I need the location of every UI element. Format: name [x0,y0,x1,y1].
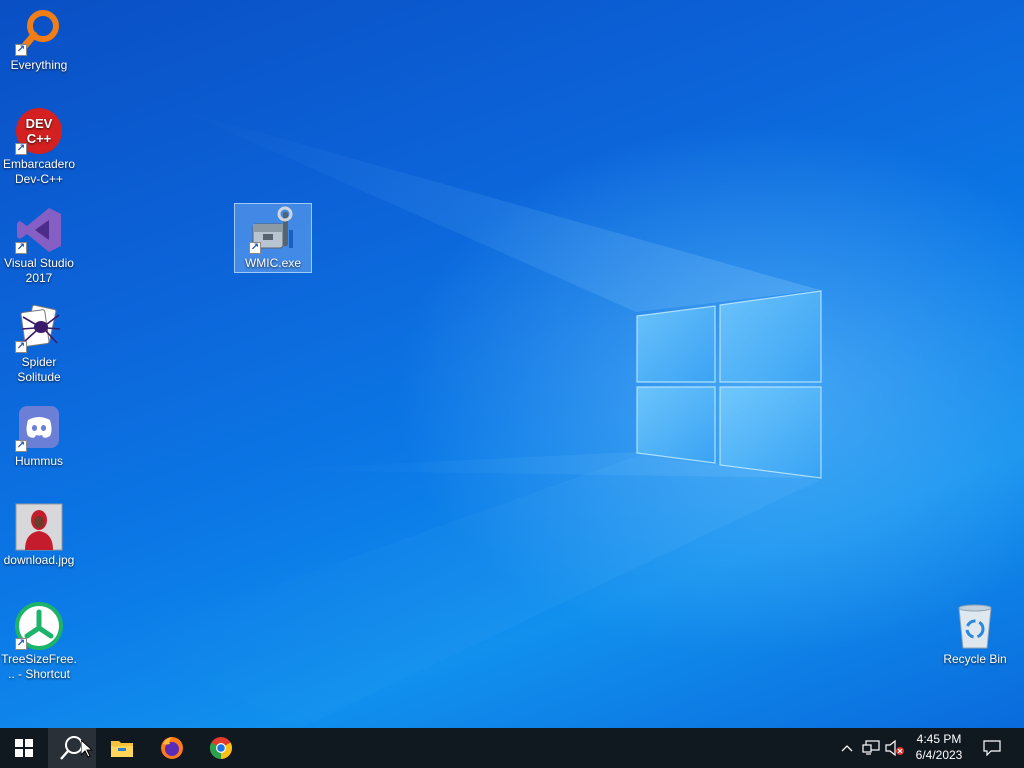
action-center-icon [983,740,1001,756]
shortcut-arrow-icon: ↗ [15,341,27,353]
desktop-icon-devcpp[interactable]: DEV C++ ↗ Embarcadero Dev-C++ [0,105,78,187]
desktop-icon-treesize[interactable]: ↗ TreeSizeFree... - Shortcut [0,600,78,682]
desktop-icon-label: Everything [10,58,68,72]
shortcut-arrow-icon: ↗ [15,44,27,56]
svg-text:C++: C++ [27,131,52,146]
search-button[interactable] [48,728,96,768]
clock-time: 4:45 PM [916,732,962,746]
shortcut-arrow-icon: ↗ [249,242,261,254]
visual-studio-icon: ↗ [15,206,63,254]
chevron-up-icon [841,745,853,752]
windows-start-icon [15,739,33,757]
desktop-icon-discord[interactable]: ↗ Hummus [0,402,78,469]
image-thumbnail [15,503,63,551]
desktop-icon-label: TreeSizeFree... - Shortcut [1,652,77,681]
taskbar-file-explorer[interactable] [98,728,146,768]
action-center-button[interactable] [978,728,1006,768]
start-button[interactable] [0,728,48,768]
desktop-icon-wmic[interactable]: ↗ WMIC.exe [234,203,312,273]
svg-text:DEV: DEV [26,116,53,131]
wallpaper-light-beams [120,110,822,728]
clock-date: 6/4/2023 [915,748,963,762]
show-hidden-icons-button[interactable] [838,728,856,768]
network-tray-button[interactable] [860,728,882,768]
file-explorer-icon [111,741,133,757]
treesize-icon: ↗ [15,602,63,650]
shortcut-arrow-icon: ↗ [15,638,27,650]
discord-icon: ↗ [15,404,63,452]
desktop-icon-recycle-bin[interactable]: Recycle Bin [936,600,1014,667]
taskbar-firefox[interactable] [148,728,196,768]
desktop-icon-label: download.jpg [3,553,75,567]
mouse-cursor-icon [81,740,93,758]
devcpp-icon: DEV C++ ↗ [15,107,63,155]
spider-solitaire-icon: ↗ [15,304,63,353]
desktop-icon-label: WMIC.exe [244,256,301,270]
desktop-icon-label: Visual Studio 2017 [4,256,74,285]
shortcut-arrow-icon: ↗ [15,143,27,155]
desktop-icon-label: Recycle Bin [943,652,1007,666]
volume-muted-icon [885,740,904,756]
desktop-icon-download-jpg[interactable]: download.jpg [0,501,78,568]
desktop[interactable]: ↗ Everything DEV C++ ↗ Embarcadero Dev-C… [0,0,1024,728]
desktop-icon-label: Hummus [14,454,63,468]
shortcut-arrow-icon: ↗ [15,242,27,254]
desktop-icon-spider-solitaire[interactable]: ↗ Spider Solitude [0,303,78,385]
windows-logo-wallpaper [636,290,822,479]
desktop-icon-visual-studio[interactable]: ↗ Visual Studio 2017 [0,204,78,286]
chrome-icon [210,737,232,759]
wmic-icon: ↗ [249,206,297,254]
volume-tray-button[interactable] [884,728,906,768]
desktop-icon-everything[interactable]: ↗ Everything [0,6,78,73]
shortcut-arrow-icon: ↗ [15,440,27,452]
clock[interactable]: 4:45 PM 6/4/2023 [906,731,972,765]
everything-icon: ↗ [15,8,63,56]
taskbar-chrome[interactable] [197,728,245,768]
desktop-icon-label: Spider Solitude [17,355,61,384]
network-icon [862,740,880,755]
desktop-icon-label: Embarcadero Dev-C++ [2,157,76,186]
firefox-icon [161,737,183,759]
recycle-bin-icon [951,602,999,650]
taskbar: 4:45 PM 6/4/2023 [0,728,1024,768]
